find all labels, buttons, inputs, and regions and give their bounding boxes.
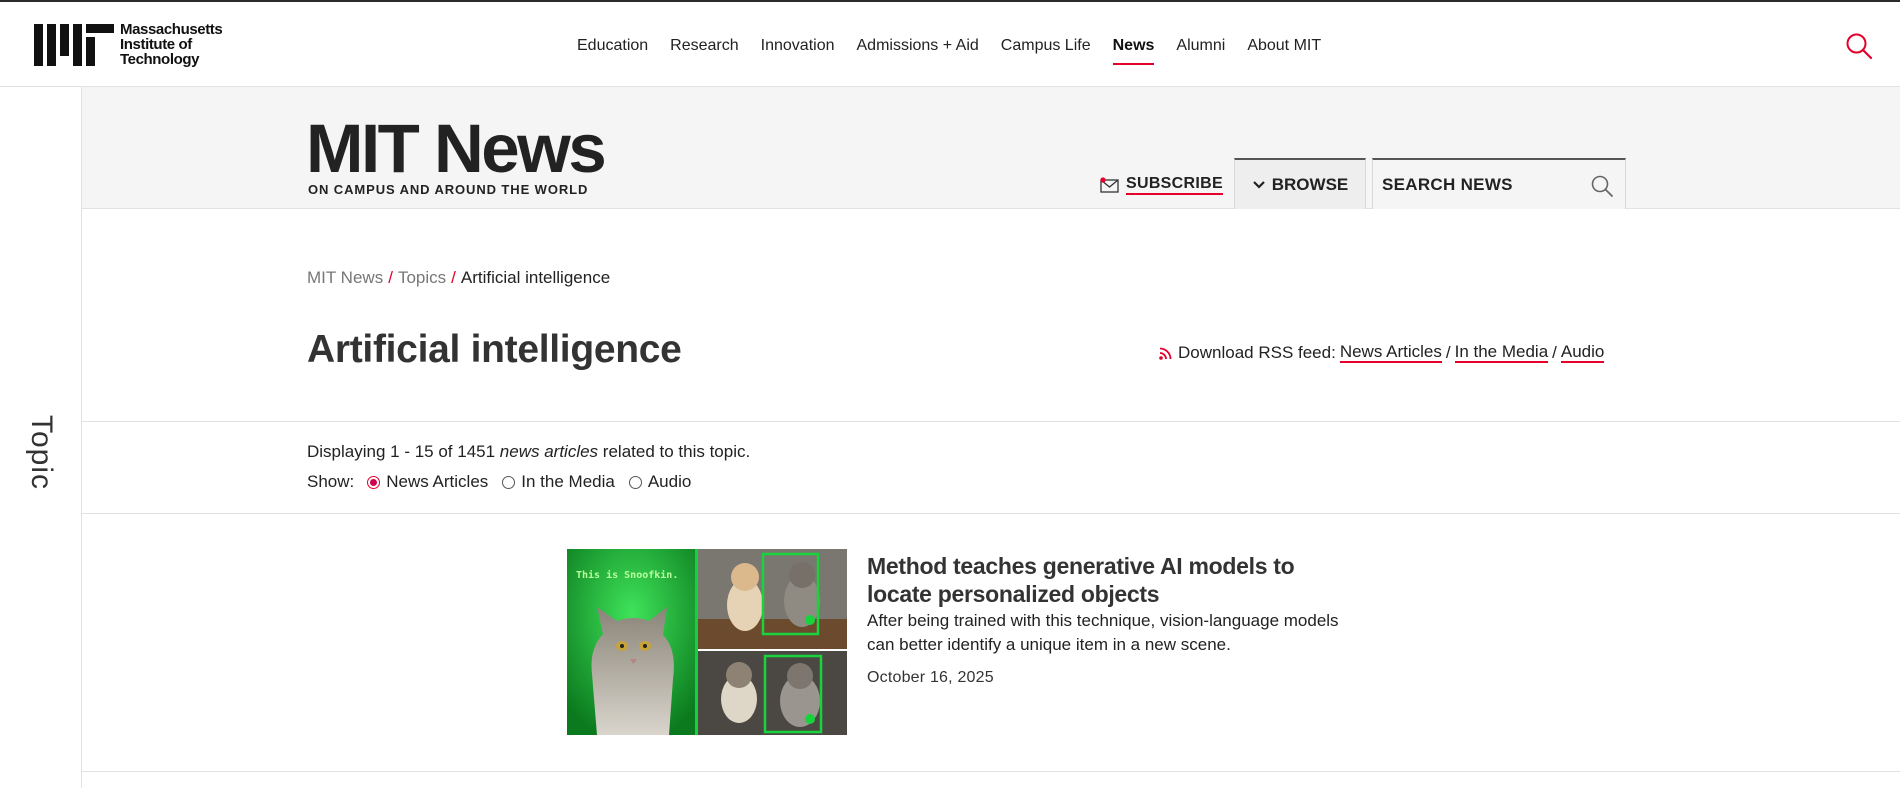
divider <box>82 513 1900 514</box>
mit-news-logo[interactable]: MIT News <box>306 114 607 183</box>
page-title: Artificial intelligence <box>307 328 682 371</box>
nav-research[interactable]: Research <box>659 35 749 59</box>
main-nav: Education Research Innovation Admissions… <box>566 35 1332 65</box>
browse-button[interactable]: BROWSE <box>1234 158 1366 209</box>
breadcrumb-current: Artificial intelligence <box>460 268 611 287</box>
nav-news[interactable]: News <box>1102 35 1166 65</box>
rss-icon <box>1159 347 1172 360</box>
global-header: Massachusetts Institute of Technology Ed… <box>0 2 1900 87</box>
rss-news-articles[interactable]: News Articles <box>1339 343 1442 363</box>
nav-about-mit[interactable]: About MIT <box>1236 35 1332 59</box>
browse-label: BROWSE <box>1271 174 1349 194</box>
radio-button[interactable] <box>628 475 642 489</box>
count-suffix: related to this topic. <box>602 442 751 461</box>
rss-feed-links: Download RSS feed: News Articles / In th… <box>1159 343 1605 363</box>
wordmark-line-3: Technology <box>120 51 200 68</box>
news-search-box <box>1372 158 1626 209</box>
image-caption: This is Snoofkin. <box>576 569 678 581</box>
mit-wordmark: Massachusetts Institute of Technology <box>120 22 240 67</box>
news-tagline: ON CAMPUS AND AROUND THE WORLD <box>308 182 589 197</box>
nav-education[interactable]: Education <box>566 35 659 59</box>
breadcrumb-mit-news[interactable]: MIT News <box>307 268 383 288</box>
display-count: Displaying 1 - 15 of 1451 news articles … <box>307 442 750 462</box>
rss-audio[interactable]: Audio <box>1560 343 1605 363</box>
radio-audio[interactable]: Audio <box>628 472 692 492</box>
article-image[interactable]: This is Snoofkin. <box>567 549 847 735</box>
cat-photo-collage: This is Snoofkin. <box>567 549 847 735</box>
subscribe-label: SUBSCRIBE <box>1126 175 1223 195</box>
breadcrumb-separator: / <box>388 268 393 287</box>
article-summary: After being trained with this technique,… <box>867 611 1339 654</box>
count-text: Displaying 1 - 15 of 1451 <box>307 442 496 461</box>
divider <box>82 771 1900 772</box>
rss-prefix: Download RSS feed: <box>1178 343 1336 362</box>
radio-in-the-media[interactable]: In the Media <box>502 472 615 492</box>
breadcrumb-topics[interactable]: Topics <box>398 268 446 288</box>
chevron-down-icon <box>1252 180 1265 189</box>
mit-logo-icon <box>34 24 114 66</box>
nav-alumni[interactable]: Alumni <box>1165 35 1236 59</box>
nav-admissions-aid[interactable]: Admissions + Aid <box>846 35 990 59</box>
radio-label: Audio <box>647 472 692 491</box>
nav-campus-life[interactable]: Campus Life <box>990 35 1102 59</box>
count-emphasis: news articles <box>499 442 599 461</box>
radio-news-articles[interactable]: News Articles <box>367 472 488 492</box>
left-rail: Topic <box>0 87 82 788</box>
wordmark-line-2: Institute of <box>120 36 192 53</box>
subscribe-link[interactable]: SUBSCRIBE <box>1100 174 1223 196</box>
nav-innovation[interactable]: Innovation <box>750 35 846 59</box>
radio-button[interactable] <box>367 475 381 489</box>
rss-separator: / <box>1445 343 1451 362</box>
search-icon[interactable] <box>1845 32 1873 60</box>
breadcrumb-separator: / <box>451 268 456 287</box>
show-filter: Show: News Articles In the Media Audio <box>307 472 705 492</box>
envelope-icon <box>1100 177 1119 193</box>
radio-button[interactable] <box>502 475 516 489</box>
search-icon[interactable] <box>1590 174 1614 198</box>
article-date: October 16, 2025 <box>867 669 994 686</box>
rss-in-the-media[interactable]: In the Media <box>1454 343 1549 363</box>
breadcrumb: MIT News / Topics / Artificial intellige… <box>307 268 610 288</box>
show-label: Show: <box>307 472 355 491</box>
wordmark-line-1: Massachusetts <box>120 21 223 38</box>
radio-label: News Articles <box>386 472 489 491</box>
divider <box>82 421 1900 422</box>
news-masthead: MIT News ON CAMPUS AND AROUND THE WORLD … <box>82 87 1900 209</box>
news-search-input[interactable] <box>1373 160 1583 209</box>
radio-label: In the Media <box>521 472 615 491</box>
rss-separator: / <box>1552 343 1557 362</box>
mit-logo[interactable]: Massachusetts Institute of Technology <box>34 22 234 68</box>
article-title[interactable]: Method teaches generative AI models to l… <box>867 552 1347 608</box>
